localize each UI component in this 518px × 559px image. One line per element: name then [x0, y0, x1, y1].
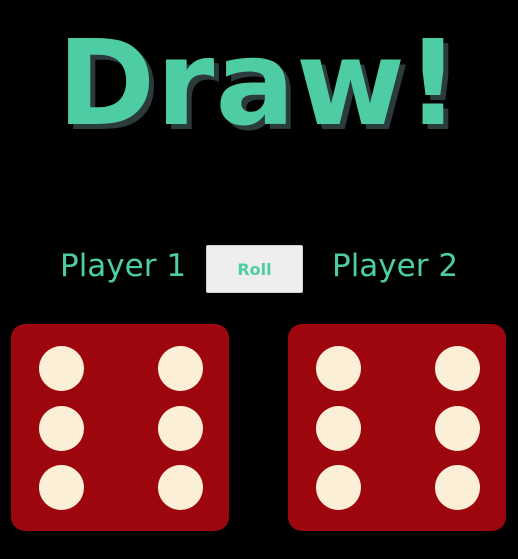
- die-pip: [316, 406, 361, 451]
- die-pip: [158, 406, 203, 451]
- die-pip: [316, 346, 361, 391]
- player-2-label: Player 2: [332, 248, 459, 284]
- player-1-die: [11, 324, 229, 531]
- die-pip: [435, 346, 480, 391]
- die-pip: [158, 465, 203, 510]
- die-pip: [435, 465, 480, 510]
- result-title: Draw!: [57, 14, 461, 152]
- die-pip: [158, 346, 203, 391]
- die-pip: [39, 346, 84, 391]
- roll-button[interactable]: Roll: [206, 245, 303, 293]
- die-pip: [39, 406, 84, 451]
- dice-game-app: Draw! Player 1 Roll Player 2: [0, 0, 518, 559]
- player-2-die: [288, 324, 506, 531]
- player-1-label: Player 1: [60, 248, 187, 284]
- die-pip: [435, 406, 480, 451]
- die-pip: [39, 465, 84, 510]
- die-pip: [316, 465, 361, 510]
